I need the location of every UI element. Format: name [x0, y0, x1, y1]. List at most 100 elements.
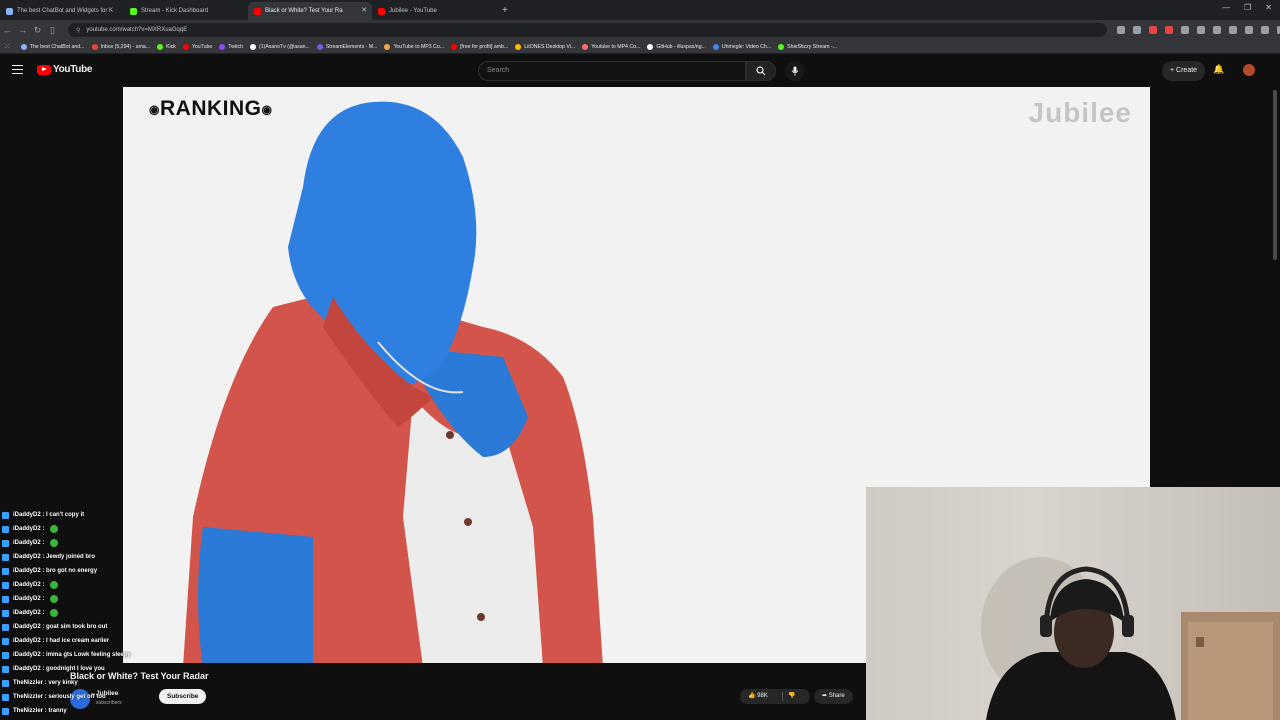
chat-badge-icon [2, 707, 9, 715]
bookmark-favicon-icon [647, 43, 654, 50]
bookmark-item[interactable]: Inbox (5,294) - ama... [91, 43, 150, 50]
bookmark-label: StreamElements - M... [325, 43, 378, 50]
bookmark-favicon-icon [157, 43, 164, 50]
chat-message: TheNizzler : tranny [0, 704, 160, 718]
bookmark-item[interactable]: Youtube to MP4 Co... [582, 43, 641, 50]
chat-username: iDaddyD2 [13, 540, 41, 546]
back-icon[interactable]: ← [0, 25, 15, 35]
chat-badge-icon [2, 637, 9, 645]
extension-icon[interactable] [1213, 26, 1221, 34]
chat-message: iDaddyD2 : [0, 606, 160, 620]
extension-icon[interactable] [1229, 26, 1237, 34]
bookmark-label: Kick [166, 43, 176, 50]
chat-text: Jewdy joined bro [46, 554, 96, 560]
browser-tab[interactable]: Jubilee - YouTube [372, 2, 496, 20]
tab-label: Stream - Kick Dashboard [141, 8, 209, 14]
chat-badge-icon [2, 525, 9, 533]
like-dislike-group: 👍 98K 👎 [740, 689, 810, 704]
extension-icon[interactable] [1133, 26, 1141, 34]
browser-tab[interactable]: The best ChatBot and Widgets for K [0, 2, 124, 20]
chat-text: I had ice cream earlier [46, 638, 110, 644]
extension-icon[interactable] [1117, 26, 1125, 34]
menu-icon[interactable] [12, 65, 23, 74]
extension-icon[interactable] [1165, 26, 1173, 34]
reload-icon[interactable]: ↻ [30, 25, 45, 36]
tab-close-icon[interactable]: ✕ [361, 6, 367, 14]
divider [782, 692, 783, 701]
bookmark-item[interactable]: YouTube to MP3 Co... [384, 43, 444, 50]
chat-text: imma gts Lowk feeling sleepy [46, 652, 131, 658]
extension-icon[interactable] [1245, 26, 1253, 34]
chat-message: TheNizzler : seriously get off too [0, 690, 160, 704]
bookmark-item[interactable]: ShieStizzy Stream -... [778, 43, 837, 50]
search-input[interactable]: Search [478, 61, 746, 81]
thumbs-up-icon: 👍 [748, 693, 756, 699]
bookmarks-bar: ⁙ The best ChatBot and... Inbox (5,294) … [0, 40, 1280, 54]
youtube-logo[interactable]: YouTube [37, 64, 93, 75]
bookmark-label: [free for profit] amb... [460, 43, 509, 50]
search-button[interactable] [746, 61, 776, 81]
chat-message: iDaddyD2 : I had ice cream earlier [0, 634, 160, 648]
bookmark-item[interactable]: Kick [157, 43, 176, 50]
extension-icon[interactable] [1181, 26, 1189, 34]
tab-favicon-icon [254, 7, 261, 15]
extension-icon[interactable] [1261, 26, 1269, 34]
close-window-icon[interactable]: ✕ [1265, 3, 1272, 12]
chat-username: TheNizzler [13, 680, 44, 686]
browser-toolbar: ← → ↻ ▯ ⚲ youtube.com/watch?v=MXRXuaGqqE [0, 20, 1280, 40]
sidepanel-icon[interactable]: ▯ [45, 25, 60, 36]
extension-icon[interactable] [1149, 26, 1157, 34]
like-button[interactable]: 👍 98K [748, 693, 768, 699]
bookmark-item[interactable]: Uhmegle: Video Ch... [712, 43, 772, 50]
minimize-icon[interactable]: — [1222, 3, 1230, 12]
chat-username: iDaddyD2 [13, 610, 41, 616]
share-button[interactable]: ➦ Share [814, 689, 853, 704]
chat-badge-icon [2, 679, 9, 687]
bookmark-label: Uhmegle: Video Ch... [721, 43, 772, 50]
url-text: youtube.com/watch?v=MXRXuaGqqE [86, 27, 188, 33]
voice-search-button[interactable] [785, 61, 805, 81]
screen: The best ChatBot and Widgets for K Strea… [0, 0, 1280, 720]
create-button[interactable]: + Create [1162, 61, 1206, 81]
chat-emote-icon [50, 609, 59, 617]
bookmark-label: Youtube to MP4 Co... [591, 43, 641, 50]
chat-message: TheNizzler : very kinky [0, 676, 160, 690]
chat-message: iDaddyD2 : goodnight I love you [0, 662, 160, 676]
chat-username: iDaddyD2 [13, 568, 41, 574]
browser-tab[interactable]: Stream - Kick Dashboard [124, 2, 248, 20]
tab-favicon-icon [130, 7, 137, 15]
bookmark-item[interactable]: LitONES Desktop Vi... [515, 43, 575, 50]
chat-username: TheNizzler [13, 708, 44, 714]
new-tab-icon[interactable]: + [502, 5, 508, 16]
bookmark-item[interactable]: (1)AsanoTv (@asan... [250, 43, 310, 50]
bookmark-item[interactable]: [free for profit] amb... [451, 43, 509, 50]
tab-favicon-icon [378, 7, 385, 15]
bookmark-favicon-icon [451, 43, 458, 50]
share-icon: ➦ [822, 693, 829, 699]
site-info-icon[interactable]: ⚲ [76, 27, 80, 34]
bullet-icon: ◉ [149, 102, 160, 117]
bookmark-item[interactable]: The best ChatBot and... [20, 43, 85, 50]
chat-badge-icon [2, 595, 9, 603]
extension-icon[interactable] [1197, 26, 1205, 34]
bookmark-item[interactable]: Twitch [219, 43, 243, 50]
forward-icon[interactable]: → [15, 25, 30, 35]
bookmark-favicon-icon [515, 43, 522, 50]
youtube-header: YouTube Search + Create 🔔 [0, 55, 1280, 87]
chat-username: iDaddyD2 [13, 554, 41, 560]
browser-tab-active[interactable]: Black or White? Test Your Ra ✕ [248, 2, 372, 20]
apps-icon[interactable]: ⁙ [4, 42, 11, 51]
bookmark-item[interactable]: StreamElements - M... [316, 43, 378, 50]
subscribe-button[interactable]: Subscribe [159, 689, 207, 704]
page-scrollbar[interactable] [1273, 90, 1277, 260]
chat-badge-icon [2, 623, 9, 631]
dislike-button[interactable]: 👎 [788, 689, 795, 704]
bookmark-item[interactable]: YouTube [182, 43, 212, 50]
chat-badge-icon [2, 567, 9, 575]
address-bar[interactable]: ⚲ youtube.com/watch?v=MXRXuaGqqE [67, 23, 1107, 37]
masked-person-figure [183, 101, 603, 663]
maximize-icon[interactable]: ❐ [1244, 3, 1251, 12]
notifications-bell-icon[interactable]: 🔔 [1213, 64, 1224, 75]
account-avatar[interactable] [1243, 64, 1255, 76]
bookmark-item[interactable]: GitHub - illuspas/ng... [647, 43, 706, 50]
